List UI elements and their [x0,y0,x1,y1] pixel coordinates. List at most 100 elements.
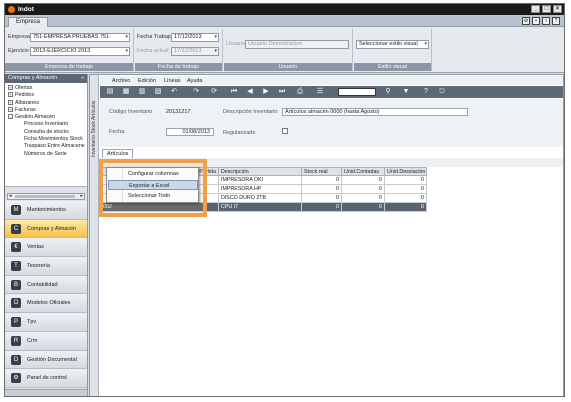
column-header-descripcion[interactable]: Descripción [218,167,302,176]
usuario-label: Usuario [226,41,245,47]
cell-unid-contadas[interactable]: 0 [341,202,385,212]
info-icon[interactable]: i [542,17,550,25]
column-header-unid-desviacion[interactable]: Unid.Desviación [384,167,427,176]
tree-item-consulta-stocks[interactable]: Consulta de stocks [5,129,87,136]
minimize-button[interactable]: _ [531,5,540,13]
tree-item-pedidos[interactable]: + Pedidos [5,92,87,99]
menu-lineas[interactable]: Líneas [164,78,181,84]
module-tpv[interactable]: P Tpv [5,313,87,332]
cell-unid-contadas[interactable]: 0 [341,175,385,185]
cell-unid-desviacion[interactable]: 0 [384,193,427,203]
expand-icon[interactable]: + [8,106,13,112]
menu-edicion[interactable]: Edición [138,78,156,84]
ribbon-group-usuario: Usuario Usuario Demostracion Usuario [224,29,353,71]
tree-item-numeros-serie[interactable]: Números de Serie [5,151,87,158]
module-panel-control[interactable]: ⚙ Panel de control [5,369,87,388]
help-icon[interactable]: ? [422,88,430,96]
cell-unid-desviacion[interactable]: 0 [384,175,427,185]
expand-icon[interactable]: + [8,92,13,98]
expand-icon[interactable]: + [8,85,13,91]
codigo-label: Código Inventario [109,109,153,115]
vertical-document-tab[interactable]: Inventario Stock Artículos [90,75,99,396]
scrollbar-thumb[interactable] [15,195,75,198]
first-record-icon[interactable]: ⏮ [230,88,238,96]
delete-icon[interactable]: ▧ [154,88,162,96]
module-contabilidad[interactable]: B Contabilidad [5,275,87,295]
module-mantenimientos[interactable]: M Mantenimientos [5,201,87,220]
scroll-right-icon[interactable]: ▸ [80,193,83,199]
gear-icon[interactable]: ⚙ [522,17,530,25]
collapse-node-icon[interactable]: - [8,114,13,120]
menu-item-configurar-columnas[interactable]: Configurar columnas [108,169,198,179]
tree-item-ofertas[interactable]: + Ofertas [5,85,87,92]
menu-ayuda[interactable]: Ayuda [187,78,203,84]
cell-descripcion[interactable]: IMPRESORA HP [218,184,302,194]
cell-descripcion[interactable]: DISCO DURO 2TB [218,193,302,203]
tab-articulos[interactable]: Artículos [102,149,134,158]
column-header-stock-real[interactable]: Stock real [301,167,342,176]
previous-record-icon[interactable]: ◀ [246,88,254,96]
compras-icon: C [11,223,21,234]
cell-stock-real[interactable]: 0 [301,202,342,212]
cell-stock-real[interactable]: 0 [301,184,342,194]
cell-stock-real[interactable]: 0 [301,193,342,203]
redo-icon[interactable]: ↷ [192,88,200,96]
cell-descripcion[interactable]: CPU I7 [218,202,302,212]
help-icon[interactable]: ? [552,17,560,25]
menu-archivo[interactable]: Archivo [112,78,130,84]
new-document-icon[interactable]: ▤ [106,88,114,96]
ledger-icon: B [11,279,21,290]
tree-item-gestion-almacen[interactable]: - Gestión Almacén [5,114,87,121]
search-icon[interactable]: ⚲ [384,88,392,96]
tree-horizontal-scrollbar[interactable]: ◂ ▸ [7,193,85,200]
lock-icon[interactable]: ▪ [532,17,540,25]
exit-icon[interactable]: ⎋ [438,88,446,96]
empresa-select[interactable]: 751-EMPRESA PRUEBAS 751- ▾ [30,33,130,42]
fecha-input[interactable]: 01/08/2013 [166,128,214,136]
module-tesoreria[interactable]: T Tesorería [5,257,87,276]
column-header-unid-contadas[interactable]: Unid.Contadas [341,167,385,176]
next-record-icon[interactable]: ▶ [262,88,270,96]
close-button[interactable]: × [553,5,562,13]
menu-item-exportar-excel[interactable]: Exportar a Excel [108,180,198,190]
tab-empresa[interactable]: Empresa [8,17,49,27]
module-modelos-oficiales[interactable]: O Modelos Oficiales [5,294,87,314]
estilo-visual-select[interactable]: Seleccionar estilo visual ▾ [356,40,429,49]
last-record-icon[interactable]: ⏭ [278,88,286,96]
list-icon[interactable]: ☰ [316,88,324,96]
menu-item-seleccionar-todo[interactable]: Seleccionar Todo [108,191,198,201]
cell-stock-real[interactable]: 0 [301,175,342,185]
save-as-icon[interactable]: ▥ [138,88,146,96]
cell-unid-contadas[interactable]: 0 [341,184,385,194]
inventory-form: Inventario Stock Artículos Archivo Edici… [89,74,564,396]
tree-item-proceso-inventario[interactable]: Proceso Inventario [5,121,87,128]
tree-item-facturas[interactable]: + Facturas [5,107,87,114]
save-icon[interactable]: ▦ [122,88,130,96]
fecha-actual-label: Fecha actual [137,48,169,54]
toolbar-search-input[interactable] [338,88,376,96]
cell-unid-desviacion[interactable]: 0 [384,184,427,194]
module-gestion-documental[interactable]: D Gestión Documental [5,350,87,370]
tree-item-albaranes[interactable]: + Albaranes [5,100,87,107]
module-ventas[interactable]: € Ventas [5,238,87,258]
cell-unid-contadas[interactable]: 0 [341,193,385,203]
expand-icon[interactable]: + [8,99,13,105]
chevron-down-icon: ▾ [125,48,128,54]
maximize-button[interactable]: □ [542,5,551,13]
filter-icon[interactable]: ▼ [402,88,410,96]
tree-item-ficha-movimientos[interactable]: Ficha Movimientos Stock [5,136,87,143]
refresh-icon[interactable]: ⟳ [210,88,218,96]
print-icon[interactable]: ⎙ [296,88,304,96]
cell-descripcion[interactable]: IMPRESORA OKI [218,175,302,185]
regularizado-checkbox[interactable] [282,128,288,134]
undo-icon[interactable]: ↶ [170,88,178,96]
tree-item-traspaso-almacenes[interactable]: Traspaso Entre Almacene [5,143,87,150]
descripcion-input[interactable]: Artículos almacén 0000 (hasta Agosto) [282,108,468,116]
scroll-left-icon[interactable]: ◂ [9,193,12,199]
ejercicio-select[interactable]: 2013-EJERCICIO 2013 ▾ [30,47,130,56]
module-compras-almacen[interactable]: C Compras y Almacén [5,219,87,239]
collapse-icon[interactable]: « [81,74,84,83]
fecha-trabajo-field[interactable]: 17/12/2013 ▾ [171,33,219,42]
cell-unid-desviacion[interactable]: 0 [384,202,427,212]
module-crm[interactable]: R Crm [5,331,87,351]
